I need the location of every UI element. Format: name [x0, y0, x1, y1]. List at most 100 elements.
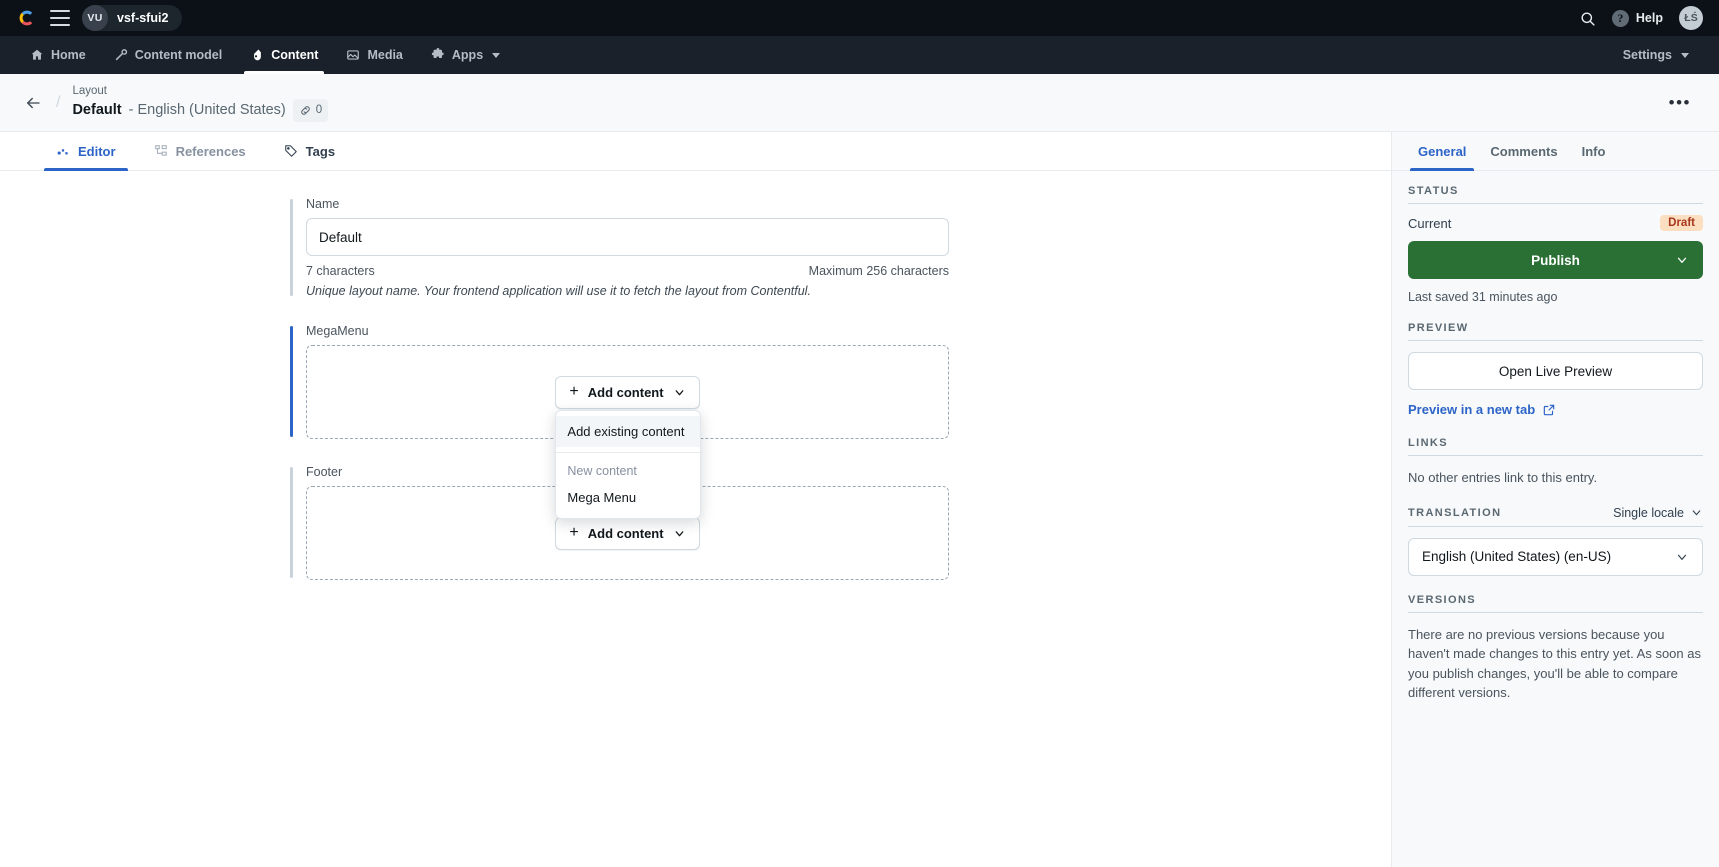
section-header-translation: TRANSLATION Single locale: [1408, 506, 1703, 527]
section-header-preview: PREVIEW: [1408, 322, 1703, 341]
avatar[interactable]: ŁŚ: [1679, 6, 1703, 30]
hamburger-menu-icon[interactable]: [50, 10, 70, 26]
section-header-versions: VERSIONS: [1408, 594, 1703, 613]
tab-label: Tags: [305, 143, 336, 159]
contentful-logo-icon[interactable]: [16, 7, 38, 29]
breadcrumb-separator: /: [56, 93, 61, 111]
tab-label: Editor: [78, 143, 116, 159]
question-mark-icon: ?: [1611, 9, 1629, 27]
nav-item-label: Content: [271, 48, 319, 62]
tab-references[interactable]: References: [142, 132, 258, 170]
plus-icon: +: [569, 383, 579, 400]
link-count-badge[interactable]: 0: [292, 98, 329, 122]
nav-item-apps[interactable]: Apps: [417, 36, 514, 74]
add-content-label: Add content: [587, 384, 664, 400]
nav-item-label: Home: [51, 48, 86, 62]
back-arrow-icon[interactable]: [18, 88, 48, 118]
tab-editor[interactable]: Editor: [44, 132, 128, 171]
nav-item-settings[interactable]: Settings: [1609, 48, 1703, 62]
tab-label: References: [175, 143, 246, 159]
field-meta-name: 7 characters Maximum 256 characters: [306, 264, 949, 278]
entry-header: / Layout Default - English (United State…: [0, 74, 1719, 132]
nav-item-content-model[interactable]: Content model: [100, 36, 237, 74]
entry-sidebar: General Comments Info STATUS Current Dra…: [1391, 132, 1719, 867]
status-row: Current Draft: [1408, 215, 1703, 231]
section-title: TRANSLATION: [1408, 506, 1502, 519]
page-title: Default - English (United States) 0: [72, 98, 329, 122]
chevron-down-icon[interactable]: [1675, 253, 1689, 267]
help-label: Help: [1635, 11, 1663, 25]
search-icon[interactable]: [1579, 10, 1596, 27]
translation-mode-toggle[interactable]: Single locale: [1613, 506, 1703, 520]
editor-tabs: Editor References Tags: [0, 132, 1391, 171]
megamenu-add-anchor: + Add content Add existing content New c…: [555, 375, 702, 519]
link-count-value: 0: [315, 103, 323, 116]
field-help-name: Unique layout name. Your frontend applic…: [306, 284, 811, 298]
tab-label: Info: [1581, 143, 1606, 159]
add-content-button-megamenu[interactable]: + Add content: [555, 375, 700, 409]
max-characters-note: Maximum 256 characters: [808, 264, 949, 278]
preview-new-tab-link[interactable]: Preview in a new tab: [1408, 402, 1556, 417]
entry-title: Default: [72, 101, 122, 118]
open-live-preview-label: Open Live Preview: [1498, 363, 1613, 379]
locale-select-value: English (United States) (en-US): [1422, 549, 1612, 564]
tab-general[interactable]: General: [1406, 132, 1478, 171]
tab-comments[interactable]: Comments: [1478, 132, 1569, 170]
tab-tags[interactable]: Tags: [272, 132, 347, 170]
plus-icon: +: [569, 524, 579, 541]
entry-locale: - English (United States): [128, 101, 286, 118]
section-title: STATUS: [1408, 185, 1459, 197]
nav-right-group: Settings: [1609, 36, 1703, 74]
nav-item-content[interactable]: Content: [236, 36, 332, 74]
nav-item-label: Apps: [451, 48, 484, 62]
open-live-preview-button[interactable]: Open Live Preview: [1408, 352, 1703, 390]
space-avatar: VU: [82, 5, 108, 31]
ellipsis-icon[interactable]: •••: [1659, 92, 1701, 114]
section-title: VERSIONS: [1408, 593, 1477, 606]
nav-item-home[interactable]: Home: [16, 36, 100, 74]
settings-label: Settings: [1622, 48, 1672, 62]
chevron-down-icon: [1692, 510, 1701, 516]
field-name: Name 7 characters Maximum 256 characters…: [290, 197, 949, 298]
name-input[interactable]: [306, 218, 949, 256]
chevron-down-icon: [1677, 554, 1687, 560]
status-badge: Draft: [1660, 215, 1703, 231]
primary-nav: Home Content model Content Media Apps Se…: [0, 36, 1719, 74]
menu-group-heading: New content: [567, 463, 637, 478]
add-content-dropdown: Add existing content New content Mega Me…: [555, 409, 702, 519]
menu-divider: [556, 451, 701, 453]
field-megamenu: MegaMenu + Add content Add existing cont…: [290, 324, 949, 519]
add-content-label: Add content: [587, 525, 664, 541]
breadcrumb: Layout Default - English (United States)…: [72, 84, 329, 122]
menu-item-add-existing-content[interactable]: Add existing content: [556, 415, 701, 447]
translation-mode-label: Single locale: [1613, 505, 1684, 520]
locale-select[interactable]: English (United States) (en-US): [1408, 537, 1703, 576]
field-label-megamenu: MegaMenu: [306, 324, 369, 338]
tab-info[interactable]: Info: [1570, 132, 1618, 170]
space-selector[interactable]: VU vsf-sfui2: [82, 5, 183, 31]
sidebar-tabs: General Comments Info: [1392, 132, 1719, 171]
form-scroll-area[interactable]: Name 7 characters Maximum 256 characters…: [0, 171, 1391, 867]
field-label-name: Name: [306, 197, 340, 211]
nav-item-media[interactable]: Media: [332, 36, 416, 74]
menu-item-mega-menu[interactable]: Mega Menu: [556, 482, 700, 513]
character-count: 7 characters: [306, 264, 375, 278]
section-header-links: LINKS: [1408, 437, 1703, 456]
megamenu-dropzone[interactable]: + Add content Add existing content New c…: [306, 345, 949, 519]
sidebar-body: STATUS Current Draft Publish Last saved …: [1392, 171, 1719, 703]
section-title: LINKS: [1408, 437, 1448, 449]
publish-button[interactable]: Publish: [1408, 241, 1703, 279]
tab-label: Comments: [1490, 143, 1558, 159]
form-inner: Name 7 characters Maximum 256 characters…: [0, 171, 1391, 580]
content-type-label: Layout: [72, 84, 107, 97]
help-button[interactable]: ? Help: [1611, 9, 1663, 27]
chevron-down-icon: [675, 389, 683, 395]
space-name-label: vsf-sfui2: [117, 11, 169, 25]
versions-empty-text: There are no previous versions because y…: [1408, 626, 1701, 701]
chevron-down-icon: [492, 52, 501, 58]
section-title: PREVIEW: [1408, 322, 1469, 334]
nav-item-label: Content model: [134, 48, 223, 62]
add-content-button-footer[interactable]: + Add content: [555, 516, 700, 550]
chevron-down-icon: [675, 530, 683, 536]
last-saved-text: Last saved 31 minutes ago: [1408, 290, 1558, 304]
